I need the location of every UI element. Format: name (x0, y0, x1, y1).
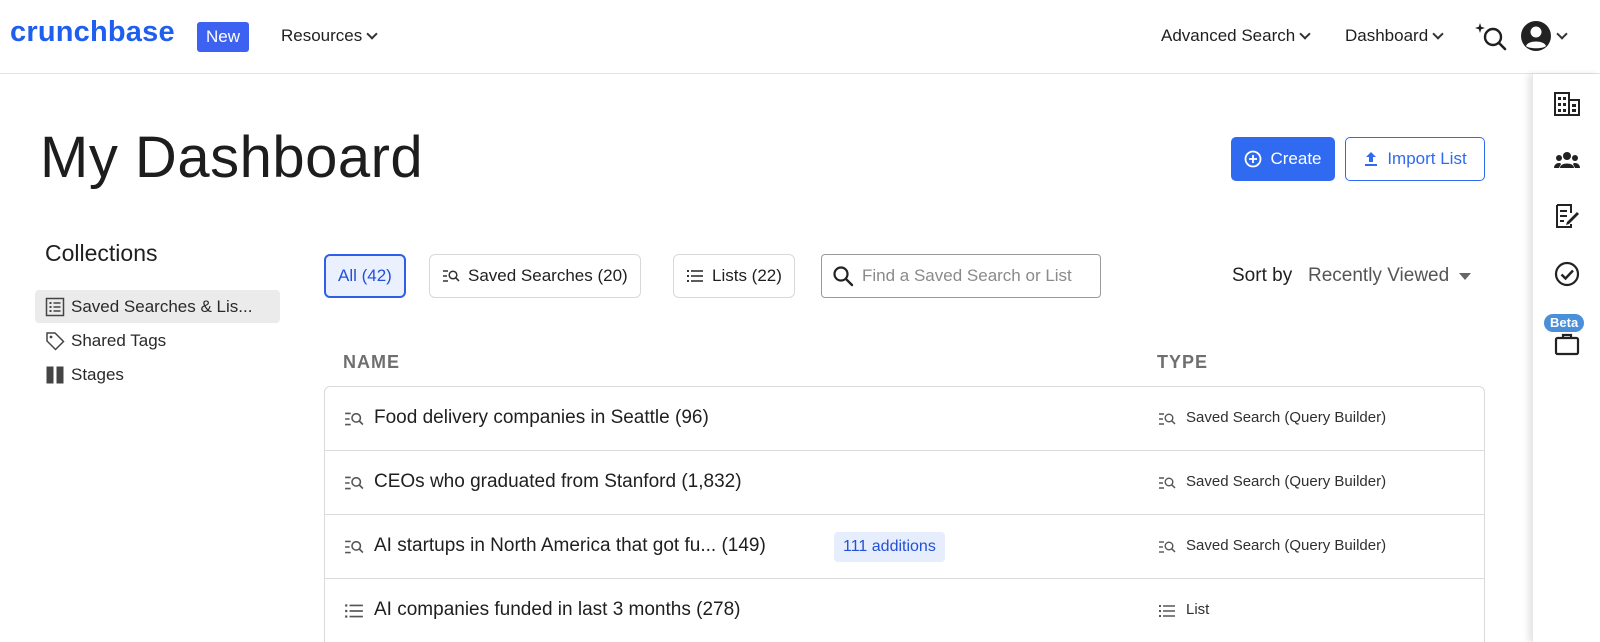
upload-icon (1365, 152, 1378, 166)
search-icon (833, 266, 854, 287)
row-title: AI startups in North America that got fu… (374, 535, 717, 556)
create-button[interactable]: Create (1231, 137, 1335, 181)
check-circle-icon[interactable] (1553, 260, 1581, 288)
sort-dropdown[interactable]: Recently Viewed (1308, 265, 1472, 287)
collection-stages[interactable]: Stages (35, 358, 280, 391)
list-icon (1159, 605, 1175, 617)
right-rail: Beta (1532, 74, 1600, 642)
filter-saved-searches[interactable]: Saved Searches (20) (429, 254, 641, 298)
filter-all-label: All (42) (338, 266, 392, 285)
sort-label: Sort by (1232, 265, 1293, 286)
collection-label: Stages (71, 364, 124, 384)
notes-icon[interactable] (1553, 202, 1581, 230)
row-name[interactable]: CEOs who graduated from Stanford (1,832) (374, 471, 742, 493)
table-row[interactable]: CEOs who graduated from Stanford (1,832)… (325, 451, 1484, 515)
chevron-down-icon (1556, 27, 1568, 40)
tag-icon (46, 331, 65, 351)
caret-down-icon (1459, 272, 1472, 280)
row-name[interactable]: Food delivery companies in Seattle (96) (374, 407, 709, 429)
saved-search-icon (345, 540, 364, 554)
saved-search-icon (1159, 413, 1176, 425)
filter-all[interactable]: All (42) (324, 254, 406, 298)
filter-saved-searches-label: Saved Searches (20) (468, 266, 628, 285)
chevron-down-icon (1432, 27, 1444, 40)
search-field[interactable] (821, 254, 1101, 298)
search-input[interactable] (862, 266, 1092, 286)
table-row[interactable]: AI companies funded in last 3 months (27… (325, 579, 1484, 642)
table-row[interactable]: AI startups in North America that got fu… (325, 515, 1484, 579)
filter-lists[interactable]: Lists (22) (673, 254, 795, 298)
resources-menu[interactable]: Resources (281, 26, 378, 46)
create-label: Create (1270, 149, 1322, 168)
row-count: (278) (696, 599, 741, 620)
collection-label: Saved Searches & Lis... (71, 296, 253, 316)
building-icon[interactable] (1553, 90, 1581, 118)
dashboard-label: Dashboard (1345, 26, 1429, 45)
row-count: (149) (721, 535, 766, 556)
collection-saved-searches-lists[interactable]: Saved Searches & Lis... (35, 290, 280, 323)
saved-search-icon (1159, 477, 1176, 489)
saved-search-icon (1159, 541, 1176, 553)
chevron-down-icon (366, 27, 378, 40)
table-row[interactable]: Food delivery companies in Seattle (96) … (325, 387, 1484, 451)
page-title: My Dashboard (40, 125, 424, 190)
list-icon (345, 604, 363, 618)
row-type: List (1186, 601, 1210, 618)
row-name[interactable]: AI companies funded in last 3 months (27… (374, 599, 741, 621)
import-list-label: Import List (1387, 149, 1467, 168)
additions-badge[interactable]: 111 additions (834, 532, 945, 562)
account-menu[interactable] (1520, 20, 1568, 52)
column-header-name[interactable]: NAME (343, 352, 400, 373)
column-header-type[interactable]: TYPE (1157, 352, 1208, 373)
columns-icon (46, 366, 64, 383)
row-count: (1,832) (681, 471, 742, 492)
collection-label: Shared Tags (71, 330, 167, 350)
row-title: AI companies funded in last 3 months (374, 599, 691, 620)
people-icon[interactable] (1553, 146, 1581, 174)
advanced-search-label: Advanced Search (1161, 26, 1296, 45)
plus-circle-icon (1245, 150, 1262, 168)
saved-search-icon (443, 270, 460, 282)
row-title: Food delivery companies in Seattle (374, 407, 670, 428)
ai-search-icon[interactable] (1474, 20, 1508, 54)
saved-search-icon (345, 412, 364, 426)
row-title: CEOs who graduated from Stanford (374, 471, 677, 492)
collections-table: Food delivery companies in Seattle (96) … (324, 386, 1485, 642)
collections-title: Collections (45, 240, 158, 266)
chevron-down-icon (1299, 27, 1311, 40)
dashboard-menu[interactable]: Dashboard (1345, 26, 1444, 46)
list-icon (687, 270, 703, 282)
row-type: Saved Search (Query Builder) (1186, 409, 1387, 426)
top-navigation: crunchbase New Resources Advanced Search… (0, 0, 1600, 74)
row-type: Saved Search (Query Builder) (1186, 473, 1387, 490)
new-badge[interactable]: New (197, 22, 250, 52)
row-type: Saved Search (Query Builder) (1186, 537, 1387, 554)
list-box-icon (45, 297, 65, 316)
avatar-icon (1521, 21, 1551, 51)
crunchbase-logo[interactable]: crunchbase (10, 16, 175, 49)
briefcase-icon[interactable] (1553, 330, 1581, 358)
resources-label: Resources (281, 26, 363, 45)
advanced-search-menu[interactable]: Advanced Search (1161, 26, 1311, 46)
row-count: (96) (675, 407, 709, 428)
filter-lists-label: Lists (22) (712, 266, 782, 285)
saved-search-icon (345, 476, 364, 490)
collection-shared-tags[interactable]: Shared Tags (35, 324, 280, 357)
sort-value: Recently Viewed (1308, 265, 1450, 286)
import-list-button[interactable]: Import List (1345, 137, 1485, 181)
row-name[interactable]: AI startups in North America that got fu… (374, 535, 766, 557)
